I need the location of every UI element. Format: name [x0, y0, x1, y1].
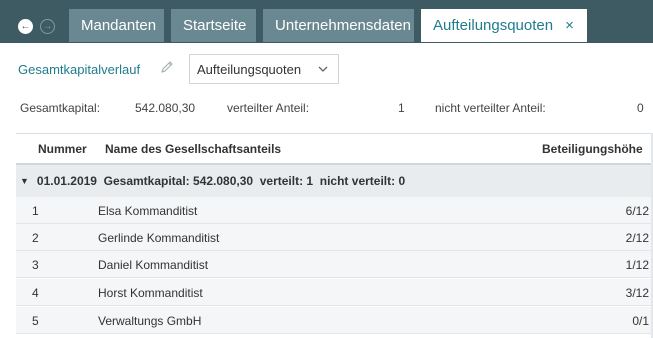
table-top-border	[16, 133, 653, 134]
tab-aufteilungsquoten[interactable]: Aufteilungsquoten ×	[421, 9, 587, 42]
column-header-nummer[interactable]: Nummer	[38, 142, 87, 156]
arrow-left-icon[interactable]: ←	[18, 19, 33, 34]
group-row[interactable]: ▼ 01.01.2019 Gesamtkapital: 542.080,30 v…	[16, 165, 653, 197]
table-row[interactable]: 3 Daniel Kommanditist 1/12	[16, 251, 653, 278]
row-nummer: 3	[32, 258, 39, 272]
view-select-value: Aufteilungsquoten	[197, 61, 302, 77]
verteilt-label: verteilter Anteil:	[227, 101, 310, 115]
row-name: Daniel Kommanditist	[98, 258, 209, 272]
tab-label: Startseite	[183, 17, 247, 34]
verteilt-value: 1	[398, 101, 405, 115]
table-row[interactable]: 2 Gerlinde Kommanditist 2/12	[16, 224, 653, 251]
row-name: Horst Kommanditist	[98, 286, 203, 300]
view-select[interactable]: Aufteilungsquoten	[189, 54, 339, 84]
row-nummer: 5	[32, 314, 39, 328]
column-header-beteiligung[interactable]: Beteiligungshöhe	[542, 142, 643, 156]
close-icon[interactable]: ×	[565, 17, 574, 34]
nicht-verteilt-label: nicht verteilter Anteil:	[435, 101, 546, 115]
row-nummer: 1	[32, 204, 39, 218]
row-nummer: 2	[32, 231, 39, 245]
nicht-verteilt-value: 0	[637, 101, 644, 115]
column-header-name[interactable]: Name des Gesellschaftsanteils	[105, 142, 281, 156]
gesamtkapital-label: Gesamtkapital:	[20, 101, 101, 115]
arrow-right-icon[interactable]: →	[40, 19, 55, 34]
caret-down-icon[interactable]: ▼	[20, 176, 29, 186]
tab-mandanten[interactable]: Mandanten	[69, 9, 164, 42]
row-nummer: 4	[32, 286, 39, 300]
table-row[interactable]: 5 Verwaltungs GmbH 0/1	[16, 307, 653, 334]
tab-unternehmensdaten[interactable]: Unternehmensdaten	[263, 9, 414, 42]
row-name: Gerlinde Kommanditist	[98, 231, 220, 245]
tab-label: Unternehmensdaten	[275, 17, 411, 34]
gesamtkapitalverlauf-link[interactable]: Gesamtkapitalverlauf	[18, 62, 140, 77]
row-quote: 6/12	[625, 204, 649, 218]
row-name: Elsa Kommanditist	[98, 204, 198, 218]
row-quote: 1/12	[625, 258, 649, 272]
tab-bar: ← → Mandanten Startseite Unternehmensdat…	[0, 0, 653, 43]
row-quote: 3/12	[625, 286, 649, 300]
chevron-down-icon	[318, 66, 328, 72]
tab-label: Aufteilungsquoten	[433, 17, 554, 34]
row-quote: 0/1	[632, 314, 649, 328]
tab-label: Mandanten	[81, 17, 157, 34]
pencil-icon[interactable]	[160, 60, 174, 74]
row-name: Verwaltungs GmbH	[98, 314, 202, 328]
group-row-text: 01.01.2019 Gesamtkapital: 542.080,30 ver…	[36, 174, 406, 188]
gesamtkapital-value: 542.080,30	[135, 101, 196, 115]
table-row[interactable]: 1 Elsa Kommanditist 6/12	[16, 197, 653, 224]
tab-startseite[interactable]: Startseite	[171, 9, 256, 42]
table-row[interactable]: 4 Horst Kommanditist 3/12	[16, 279, 653, 306]
row-quote: 2/12	[625, 231, 649, 245]
